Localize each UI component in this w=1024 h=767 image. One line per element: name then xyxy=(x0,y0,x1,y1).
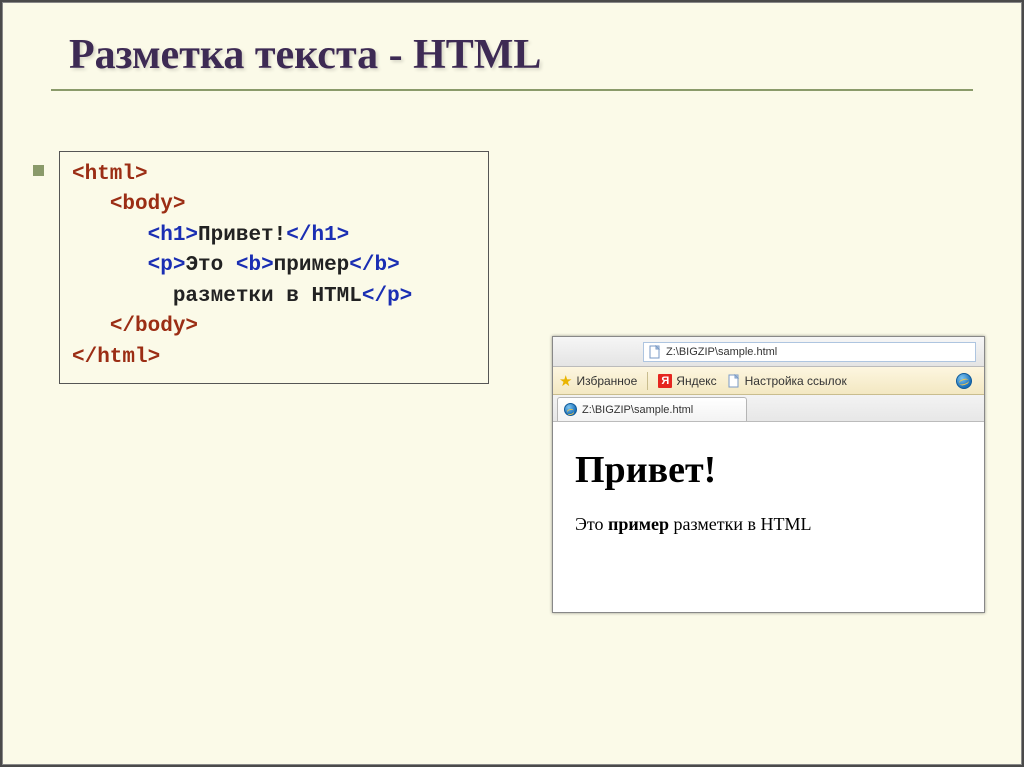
code-tag-body-open: <body> xyxy=(110,193,186,216)
favorites-bar: ★ Избранное Я Яндекс Настройка ссылок xyxy=(553,367,984,395)
address-text: Z:\BIGZIP\sample.html xyxy=(666,346,777,358)
code-tag-b-open: <b> xyxy=(236,254,274,277)
address-bar[interactable]: Z:\BIGZIP\sample.html xyxy=(643,342,976,362)
code-tag-html-close: </html> xyxy=(72,346,160,369)
slide-title: Разметка текста - HTML xyxy=(51,31,973,91)
ie-logo-icon xyxy=(564,403,577,416)
yandex-label: Яндекс xyxy=(676,374,716,388)
slide: Разметка текста - HTML <html> <body> <h1… xyxy=(2,2,1022,765)
favorites-button[interactable]: ★ Избранное xyxy=(559,372,637,390)
para-part-b: пример xyxy=(608,514,669,534)
favorites-label: Избранное xyxy=(576,374,637,388)
tab-title: Z:\BIGZIP\sample.html xyxy=(582,404,693,416)
code-tag-p-open: <p> xyxy=(148,254,186,277)
bullet-icon xyxy=(33,165,44,176)
code-text-razm: разметки в HTML xyxy=(173,285,362,308)
settings-link-label: Настройка ссылок xyxy=(745,374,847,388)
settings-link[interactable]: Настройка ссылок xyxy=(727,374,847,388)
code-tag-h1-close: </h1> xyxy=(286,224,349,247)
code-block: <html> <body> <h1>Привет!</h1> <p>Это <b… xyxy=(59,151,489,384)
code-tag-p-close: </p> xyxy=(362,285,412,308)
page-icon xyxy=(648,345,662,359)
rendered-page: Привет! Это пример разметки в HTML xyxy=(553,422,984,612)
separator-icon xyxy=(647,372,648,390)
ie-logo-icon xyxy=(956,373,972,389)
browser-window: Z:\BIGZIP\sample.html ★ Избранное Я Янде… xyxy=(552,336,985,613)
tab-strip: Z:\BIGZIP\sample.html xyxy=(553,395,984,422)
para-part-a: Это xyxy=(575,514,608,534)
code-tag-html-open: <html> xyxy=(72,163,148,186)
code-text-eto: Это xyxy=(185,254,235,277)
browser-tab[interactable]: Z:\BIGZIP\sample.html xyxy=(557,397,747,421)
star-icon: ★ xyxy=(559,372,572,390)
page-paragraph: Это пример разметки в HTML xyxy=(575,514,964,535)
code-tag-body-close: </body> xyxy=(110,315,198,338)
yandex-link[interactable]: Я Яндекс xyxy=(658,374,716,388)
code-tag-b-close: </b> xyxy=(349,254,399,277)
yandex-icon: Я xyxy=(658,374,672,388)
page-icon xyxy=(727,374,741,388)
code-text-hello: Привет! xyxy=(198,224,286,247)
address-bar-row: Z:\BIGZIP\sample.html xyxy=(553,337,984,367)
code-tag-h1-open: <h1> xyxy=(148,224,198,247)
page-heading: Привет! xyxy=(575,448,964,492)
code-text-primer: пример xyxy=(274,254,350,277)
para-part-c: разметки в HTML xyxy=(669,514,811,534)
